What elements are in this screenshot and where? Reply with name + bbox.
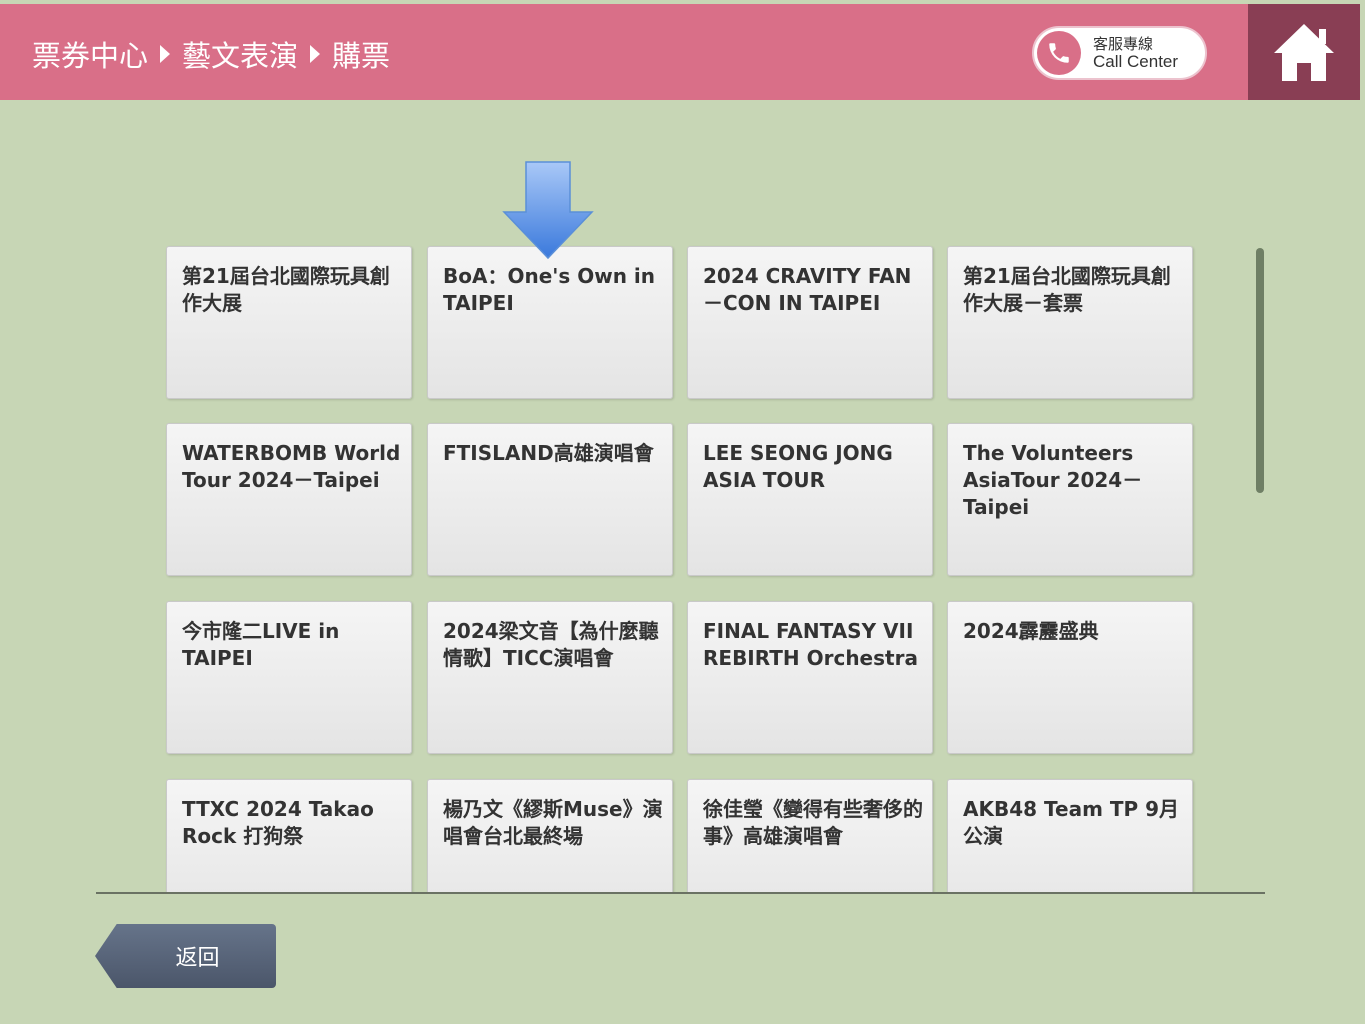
event-tile[interactable]: 徐佳瑩《變得有些奢侈的事》高雄演唱會 [687,779,933,892]
down-arrow-icon [502,161,594,260]
header-bar: 票券中心 藝文表演 購票 客服專線 Call Center [0,4,1248,100]
event-tile[interactable]: 楊乃文《繆斯Muse》演唱會台北最終場 [427,779,673,892]
breadcrumb-item-buy-ticket: 購票 [332,39,391,73]
event-tile[interactable]: 今市隆二LIVE in TAIPEI [166,601,412,754]
call-center-label-zh: 客服專線 [1093,35,1154,53]
event-tile[interactable]: 第21屆台北國際玩具創作大展 [166,246,412,399]
breadcrumb-item-performances[interactable]: 藝文表演 [182,33,298,75]
call-center-label: 客服專線 Call Center [1093,35,1178,71]
breadcrumb-separator-icon [310,45,321,63]
event-tile[interactable]: TTXC 2024 Takao Rock 打狗祭 [166,779,412,892]
divider [96,892,1265,894]
event-tile[interactable]: WATERBOMB World Tour 2024－Taipei [166,423,412,576]
home-icon [1274,24,1334,81]
scrollbar-thumb[interactable] [1256,248,1264,493]
event-tile[interactable]: FTISLAND高雄演唱會 [427,423,673,576]
event-tile[interactable]: FINAL FANTASY VII REBIRTH Orchestra [687,601,933,754]
phone-icon [1037,31,1081,75]
breadcrumb-separator-icon [160,45,171,63]
home-button[interactable] [1248,4,1360,100]
event-tile[interactable]: AKB48 Team TP 9月公演 [947,779,1193,892]
event-tile[interactable]: 2024霹靂盛典 [947,601,1193,754]
back-button[interactable]: 返回 [95,924,276,988]
call-center-label-en: Call Center [1093,52,1179,71]
event-tile[interactable]: LEE SEONG JONG ASIA TOUR [687,423,933,576]
event-tile[interactable]: BoA：One's Own in TAIPEI [427,246,673,399]
event-tile[interactable]: The Volunteers AsiaTour 2024－Taipei [947,423,1193,576]
event-tile[interactable]: 2024梁文音【為什麼聽情歌】TICC演唱會 [427,601,673,754]
call-center-button[interactable]: 客服專線 Call Center [1032,26,1207,80]
breadcrumb: 票券中心 藝文表演 購票 [32,34,390,74]
event-tile[interactable]: 第21屆台北國際玩具創作大展－套票 [947,246,1193,399]
breadcrumb-item-ticket-center[interactable]: 票券中心 [32,33,148,75]
event-grid: 第21屆台北國際玩具創作大展 BoA：One's Own in TAIPEI 2… [160,238,1200,892]
event-tile[interactable]: 2024 CRAVITY FAN－CON IN TAIPEI [687,246,933,399]
